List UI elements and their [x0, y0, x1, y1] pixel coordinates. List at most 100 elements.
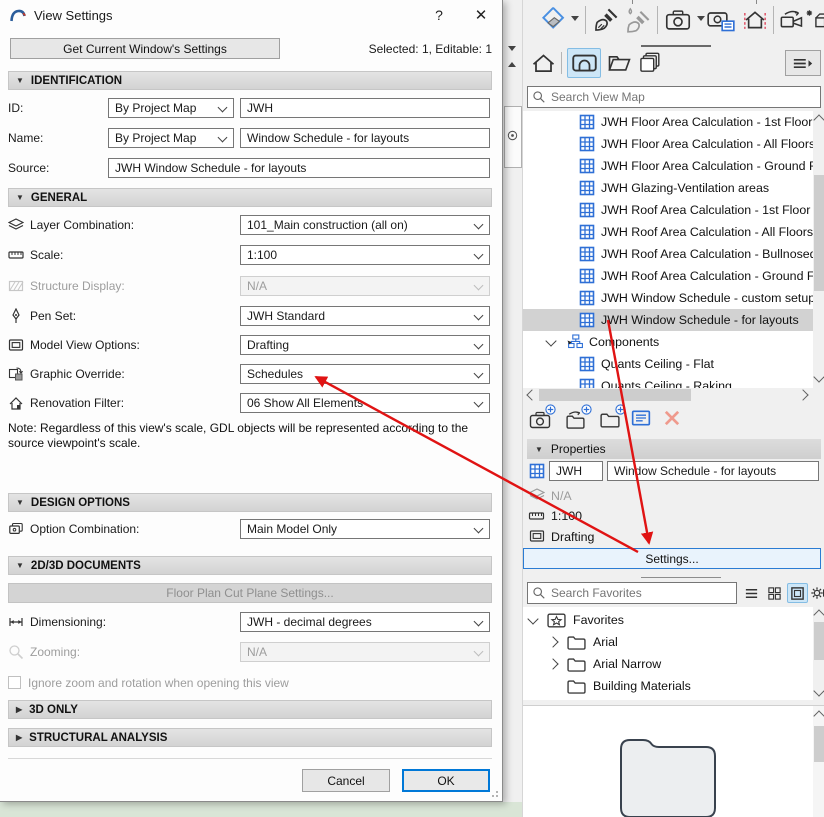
view-map-item[interactable]: JWH Roof Area Calculation - Bullnosed -: [523, 243, 813, 265]
chevron-right-icon[interactable]: [547, 636, 559, 648]
new-viewpoint-button[interactable]: [529, 406, 551, 430]
section-general[interactable]: ▼ GENERAL: [8, 188, 492, 207]
model-view-options-combo[interactable]: Drafting: [240, 335, 490, 355]
properties-id-field[interactable]: JWH: [549, 461, 603, 481]
graphic-override-combo[interactable]: Schedules: [240, 364, 490, 384]
scale-combo[interactable]: 1:100: [240, 245, 490, 265]
rotate-fill-tool-icon[interactable]: [537, 7, 567, 33]
view-map-search-input[interactable]: [551, 90, 816, 104]
dropdown-caret-icon[interactable]: [697, 16, 705, 21]
properties-header[interactable]: ▼ Properties: [527, 439, 821, 459]
ignore-zoom-checkbox: [8, 676, 21, 689]
name-value-field[interactable]: Window Schedule - for layouts: [240, 128, 490, 148]
help-button[interactable]: ?: [428, 5, 450, 25]
cancel-button[interactable]: Cancel: [302, 769, 390, 792]
camera-icon[interactable]: [665, 9, 691, 31]
sun-study-icon[interactable]: [805, 8, 824, 30]
section-3d-only[interactable]: ▶ 3D ONLY: [8, 700, 492, 719]
large-icons-view-button[interactable]: [787, 583, 808, 603]
view-map-tab[interactable]: [567, 48, 601, 78]
view-map-vscrollbar[interactable]: [813, 111, 824, 388]
axonometry-icon[interactable]: [741, 8, 769, 32]
eye-icon: [506, 129, 519, 142]
layer-combination-combo[interactable]: 101_Main construction (all on): [240, 215, 490, 235]
scroll-down-icon[interactable]: [813, 371, 824, 383]
view-map-item[interactable]: JWH Roof Area Calculation - 1st Floor: [523, 199, 813, 221]
section-design-options[interactable]: ▼ DESIGN OPTIONS: [8, 493, 492, 512]
navigator-menu-button[interactable]: [785, 50, 821, 76]
view-map-item[interactable]: JWH Floor Area Calculation - 1st Floor: [523, 111, 813, 133]
favorites-search-input[interactable]: [551, 586, 732, 600]
scrollbar-thumb[interactable]: [814, 726, 824, 762]
section-identification[interactable]: ▼ IDENTIFICATION: [8, 71, 492, 90]
tree-item-label: Components: [589, 335, 660, 349]
resize-grip[interactable]: [488, 787, 498, 797]
view-map-hscrollbar[interactable]: [523, 388, 813, 402]
favorites-item[interactable]: Favorites: [523, 609, 813, 631]
dimensioning-combo[interactable]: JWH - decimal degrees: [240, 612, 490, 632]
get-current-window-settings-button[interactable]: Get Current Window's Settings: [10, 38, 280, 59]
view-map-item[interactable]: JWH Floor Area Calculation - Ground Flo: [523, 155, 813, 177]
view-map-item[interactable]: Quants Ceiling - Flat: [523, 353, 813, 375]
properties-name-field[interactable]: Window Schedule - for layouts: [607, 461, 819, 481]
fly-through-icon[interactable]: [779, 8, 805, 30]
preview-vscrollbar[interactable]: [813, 706, 824, 817]
scrollbar-thumb[interactable]: [814, 175, 824, 291]
close-button[interactable]: ✕: [470, 5, 492, 25]
section-structural-analysis[interactable]: ▶ STRUCTURAL ANALYSIS: [8, 728, 492, 747]
id-label: ID:: [8, 101, 24, 115]
scroll-right-icon[interactable]: [797, 389, 809, 401]
view-map-item[interactable]: JWH Roof Area Calculation - Ground Flo: [523, 265, 813, 287]
view-map-item[interactable]: JWH Window Schedule - custom setup: [523, 287, 813, 309]
delete-icon[interactable]: [663, 409, 681, 427]
ok-button[interactable]: OK: [402, 769, 490, 792]
section-2d3d-documents[interactable]: ▼ 2D/3D DOCUMENTS: [8, 556, 492, 575]
new-folder-button[interactable]: [600, 406, 622, 430]
camera-settings-icon[interactable]: [707, 8, 735, 32]
scroll-left-icon[interactable]: [526, 389, 538, 401]
favorites-item[interactable]: Arial: [523, 631, 813, 653]
favorites-item[interactable]: Building Materials: [523, 675, 813, 697]
publisher-sets-icon[interactable]: [639, 52, 662, 73]
pickup-parameters-icon[interactable]: [593, 7, 619, 33]
scrollbar-thumb[interactable]: [814, 622, 824, 660]
scroll-up-icon[interactable]: [813, 609, 824, 621]
list-view-button[interactable]: [741, 583, 762, 603]
inject-parameters-icon[interactable]: [625, 7, 651, 33]
pen-set-combo[interactable]: JWH Standard: [240, 306, 490, 326]
favorites-vscrollbar[interactable]: [813, 607, 824, 700]
dialog-titlebar[interactable]: View Settings: [0, 0, 502, 30]
view-map-item[interactable]: JWH Floor Area Calculation - All Floors: [523, 133, 813, 155]
layout-book-icon[interactable]: [607, 53, 632, 73]
gear-icon: [810, 586, 824, 600]
view-map-item[interactable]: Quants Ceiling - Raking: [523, 375, 813, 388]
schedule-icon: [579, 378, 595, 388]
scroll-up-icon[interactable]: [813, 114, 824, 126]
view-map-search[interactable]: [527, 86, 821, 108]
settings-button[interactable]: Settings...: [523, 548, 821, 569]
view-map-item[interactable]: Components: [523, 331, 813, 353]
dropdown-caret-icon[interactable]: [571, 16, 579, 21]
favorites-settings-button[interactable]: [809, 583, 824, 603]
id-value-field[interactable]: JWH: [240, 98, 490, 118]
option-combination-combo[interactable]: Main Model Only: [240, 519, 490, 539]
project-map-icon[interactable]: [531, 53, 556, 73]
chevron-down-icon[interactable]: [545, 335, 557, 347]
chevron-down-icon[interactable]: [527, 613, 539, 625]
renovation-filter-combo[interactable]: 06 Show All Elements: [240, 393, 490, 413]
scroll-down-icon[interactable]: [813, 685, 824, 697]
favorites-item[interactable]: Arial Narrow: [523, 653, 813, 675]
name-source-combo[interactable]: By Project Map: [108, 128, 234, 148]
setting-row-dimensioning: Dimensioning: JWH - decimal degrees: [0, 612, 502, 632]
view-map-item[interactable]: JWH Roof Area Calculation - All Floors: [523, 221, 813, 243]
favorites-search[interactable]: [527, 582, 737, 604]
viewpoint-settings-icon[interactable]: [631, 409, 651, 427]
clone-folder-button[interactable]: [565, 406, 587, 430]
id-source-combo[interactable]: By Project Map: [108, 98, 234, 118]
view-map-item[interactable]: JWH Glazing-Ventilation areas: [523, 177, 813, 199]
view-map-item[interactable]: JWH Window Schedule - for layouts: [523, 309, 813, 331]
scrollbar-thumb[interactable]: [539, 389, 691, 401]
scroll-up-icon[interactable]: [813, 710, 824, 722]
grid-view-button[interactable]: [764, 583, 785, 603]
chevron-right-icon[interactable]: [547, 658, 559, 670]
